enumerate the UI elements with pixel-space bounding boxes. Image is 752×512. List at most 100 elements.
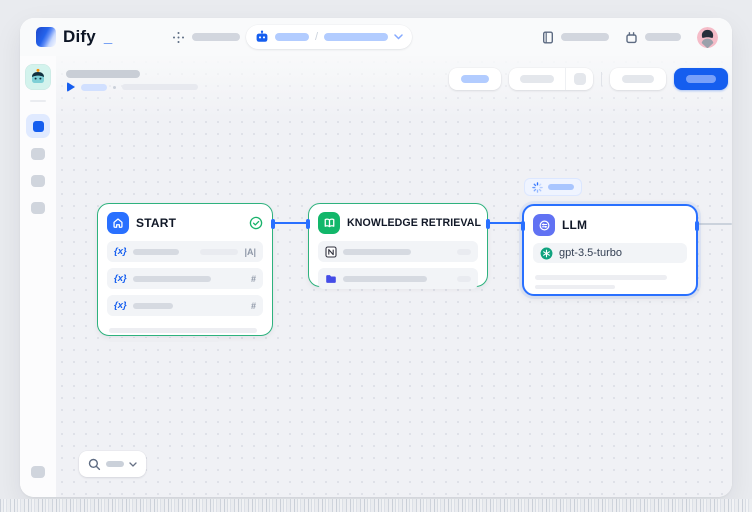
chevron-down-icon	[129, 462, 137, 467]
input-variable-row: {x} #	[107, 268, 263, 289]
check-circle-icon	[249, 216, 263, 230]
node-llm-header: LLM	[524, 206, 696, 243]
placeholder-bar	[520, 75, 554, 83]
placeholder-bar	[109, 338, 219, 343]
edge-start-to-knowledge[interactable]	[273, 222, 309, 224]
run-app-segment[interactable]	[509, 68, 565, 90]
placeholder-bar	[457, 276, 471, 282]
placeholder-bar	[457, 249, 471, 255]
preview-button[interactable]	[610, 68, 666, 90]
variable-icon: {x}	[114, 246, 127, 257]
features-button[interactable]	[449, 68, 501, 90]
app-robot-icon	[255, 30, 269, 44]
top-bar: Dify _	[20, 18, 732, 56]
node-title: START	[136, 216, 242, 230]
nav-plugins[interactable]	[625, 31, 681, 44]
number-type-icon: #	[251, 274, 256, 284]
openai-icon	[540, 247, 553, 260]
node-running-badge	[524, 178, 582, 196]
placeholder-bar	[275, 33, 309, 41]
source-handle[interactable]	[271, 219, 275, 229]
sidebar-current-app[interactable]	[25, 64, 51, 90]
model-name: gpt-3.5-turbo	[559, 247, 622, 259]
sidebar-item-3[interactable]	[31, 175, 45, 187]
app-window: Dify _	[20, 18, 732, 497]
last-run-status	[67, 82, 198, 92]
input-variable-row: {x} #	[107, 295, 263, 316]
node-description-placeholder	[524, 269, 696, 289]
node-llm[interactable]: LLM gpt-3.5-turbo	[522, 204, 698, 296]
user-avatar[interactable]	[697, 27, 718, 48]
placeholder-bar	[561, 33, 609, 41]
node-start-header: START	[98, 204, 272, 241]
workflow-switcher[interactable]: /	[246, 25, 412, 49]
placeholder-bar	[133, 276, 211, 282]
target-handle[interactable]	[306, 219, 310, 229]
folder-icon	[325, 273, 337, 285]
placeholder-bar	[686, 75, 716, 83]
zoom-level-placeholder	[106, 461, 124, 467]
zoom-control[interactable]	[79, 451, 146, 477]
avatar-image	[697, 27, 718, 48]
node-knowledge-retrieval[interactable]: KNOWLEDGE RETRIEVAL	[308, 203, 488, 287]
dataset-row	[318, 268, 478, 289]
notion-icon	[325, 246, 337, 258]
source-handle[interactable]	[486, 219, 490, 229]
dot-separator	[113, 86, 116, 89]
spinner-icon	[532, 182, 543, 193]
node-knowledge-header: KNOWLEDGE RETRIEVAL	[309, 204, 487, 241]
nav-explore[interactable]	[172, 31, 240, 44]
app-body: START {x} |A|	[20, 56, 732, 497]
canvas-toolbar	[449, 68, 728, 90]
sidebar-item-settings[interactable]	[31, 466, 45, 478]
placeholder-bar	[645, 33, 681, 41]
run-options-segment[interactable]	[566, 68, 593, 90]
desktop-background: Dify _	[0, 0, 752, 512]
home-icon	[107, 212, 129, 234]
workflow-title-placeholder	[66, 70, 140, 78]
book-open-icon	[318, 212, 340, 234]
source-handle[interactable]	[695, 221, 699, 231]
node-description-placeholder	[98, 322, 272, 342]
nav-docs[interactable]	[542, 31, 609, 44]
node-start[interactable]: START {x} |A|	[97, 203, 273, 336]
sidebar	[20, 56, 56, 497]
edge-llm-outgoing[interactable]	[696, 223, 732, 225]
placeholder-bar	[535, 285, 615, 290]
sidebar-item-4[interactable]	[31, 202, 45, 214]
sidebar-item-2[interactable]	[31, 148, 45, 160]
edge-knowledge-to-llm[interactable]	[486, 222, 524, 224]
placeholder-bar	[192, 33, 240, 41]
publish-button[interactable]	[674, 68, 728, 90]
brand-cursor: _	[104, 29, 112, 46]
sidebar-item-workflow-selected[interactable]	[26, 114, 50, 138]
placeholder-bar	[122, 84, 198, 90]
number-type-icon: #	[251, 301, 256, 311]
run-app-split-button[interactable]	[509, 68, 593, 90]
dataset-row	[318, 241, 478, 262]
workflow-block-icon	[33, 121, 44, 132]
placeholder-bar	[200, 249, 238, 255]
chevron-down-icon	[394, 34, 403, 40]
breadcrumb-separator: /	[315, 31, 318, 43]
llm-model-icon	[533, 214, 555, 236]
workflow-canvas[interactable]: START {x} |A|	[56, 56, 732, 497]
background-noise-texture	[0, 499, 752, 512]
zoom-search-icon	[88, 458, 101, 471]
placeholder-bar	[324, 33, 388, 41]
placeholder-bar	[109, 328, 257, 333]
model-row: gpt-3.5-turbo	[533, 243, 687, 263]
dify-logo-icon	[36, 27, 56, 47]
dify-logo[interactable]: Dify _	[20, 27, 112, 47]
placeholder-bar	[343, 276, 427, 282]
target-handle[interactable]	[521, 221, 525, 231]
variable-icon: {x}	[114, 300, 127, 311]
top-bar-right	[542, 18, 718, 56]
placeholder-bar	[133, 249, 179, 255]
toolbar-divider	[601, 72, 602, 86]
docs-book-icon	[542, 31, 554, 44]
placeholder-bar	[535, 275, 667, 280]
run-play-icon[interactable]	[67, 82, 75, 92]
text-type-icon: |A|	[244, 247, 256, 257]
brand-name: Dify	[63, 27, 96, 47]
